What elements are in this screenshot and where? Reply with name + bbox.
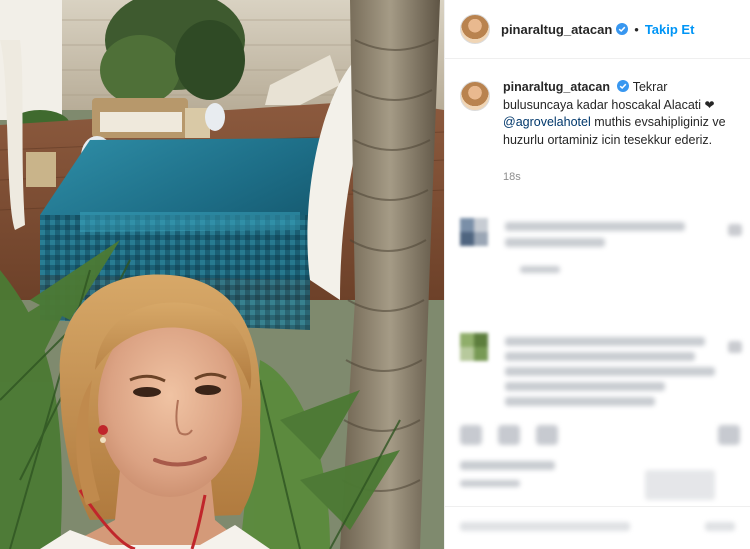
blurred-comment [460, 218, 742, 278]
likes-count-blurred [460, 461, 555, 470]
blur-patch [645, 470, 715, 500]
share-icon[interactable] [536, 425, 558, 445]
heart-icon: ❤ [704, 97, 715, 112]
follow-button[interactable]: Takip Et [645, 22, 695, 37]
post-comment-button-blurred[interactable] [705, 522, 735, 531]
post-caption: pinaraltug_atacan Tekrar bulusuncaya kad… [445, 59, 750, 149]
verified-badge-icon [616, 23, 629, 35]
caption-username[interactable]: pinaraltug_atacan [503, 80, 610, 94]
caption-text-block: pinaraltug_atacan Tekrar bulusuncaya kad… [503, 79, 733, 149]
post-date-blurred [460, 480, 520, 487]
divider [445, 506, 750, 507]
comment-like-icon[interactable] [728, 341, 742, 353]
header-dot-separator: • [634, 21, 639, 37]
like-icon[interactable] [460, 425, 482, 445]
blurred-comment [460, 333, 742, 418]
post-side-panel: pinaraltug_atacan • Takip Et pinaraltug_… [444, 0, 750, 549]
post-header: pinaraltug_atacan • Takip Et [445, 0, 750, 59]
caption-timestamp: 18s [503, 171, 521, 183]
avatar[interactable] [460, 14, 490, 44]
verified-badge-icon [617, 80, 630, 92]
post-photo[interactable] [0, 0, 444, 549]
comment-icon[interactable] [498, 425, 520, 445]
comment-like-icon[interactable] [728, 224, 742, 236]
selfie-by-pool-image [0, 0, 444, 549]
add-comment-field-blurred[interactable] [460, 522, 630, 531]
mention-link[interactable]: @agrovelahotel [503, 115, 591, 129]
header-username[interactable]: pinaraltug_atacan [501, 22, 612, 37]
caption-avatar[interactable] [460, 81, 490, 111]
action-bar [460, 421, 740, 451]
comment-avatar [460, 333, 488, 361]
comment-avatar [460, 218, 488, 246]
save-icon[interactable] [718, 425, 740, 445]
